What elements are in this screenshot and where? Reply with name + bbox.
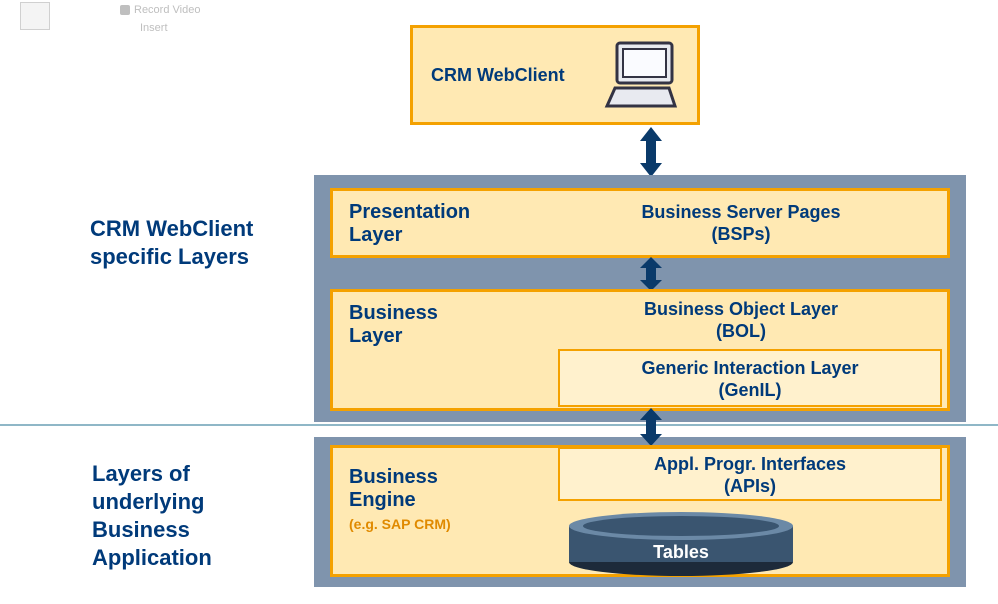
api-box: Appl. Progr. Interfaces (APIs) [558,447,942,501]
group2-line4: Application [92,544,212,572]
presentation-layer-box: Presentation Layer Business Server Pages… [330,188,950,258]
api-line2: (APIs) [560,475,940,497]
genil-box: Generic Interaction Layer (GenIL) [558,349,942,407]
group1-line1: CRM WebClient [90,215,253,243]
group1-label: CRM WebClient specific Layers [90,215,253,271]
group2-line3: Business [92,516,212,544]
ribbon: Record Video Insert [0,0,220,40]
bsp-line1: Business Server Pages [591,201,891,223]
record-icon [120,5,130,15]
document-icon [20,2,50,30]
group1-line2: specific Layers [90,243,253,271]
group2-line2: underlying [92,488,212,516]
crm-webclient-box: CRM WebClient [410,25,700,125]
crm-webclient-title: CRM WebClient [431,65,565,86]
genil-line1: Generic Interaction Layer [560,357,940,379]
separator-line [0,424,998,426]
arrow-1 [636,127,666,177]
group2-label: Layers of underlying Business Applicatio… [92,460,212,572]
record-video-button[interactable]: Record Video [120,4,200,16]
arrow-3 [636,408,666,446]
group2-line1: Layers of [92,460,212,488]
tables-cylinder: Tables [566,510,796,583]
genil-line2: (GenIL) [560,379,940,401]
bsp-line2: (BSPs) [591,223,891,245]
bol-line2: (BOL) [591,320,891,342]
insert-group-label: Insert [140,22,168,34]
computer-icon [597,38,687,118]
tables-label: Tables [566,542,796,563]
api-line1: Appl. Progr. Interfaces [560,453,940,475]
bol-line1: Business Object Layer [591,298,891,320]
record-video-label: Record Video [134,4,200,16]
arrow-2 [636,257,666,291]
